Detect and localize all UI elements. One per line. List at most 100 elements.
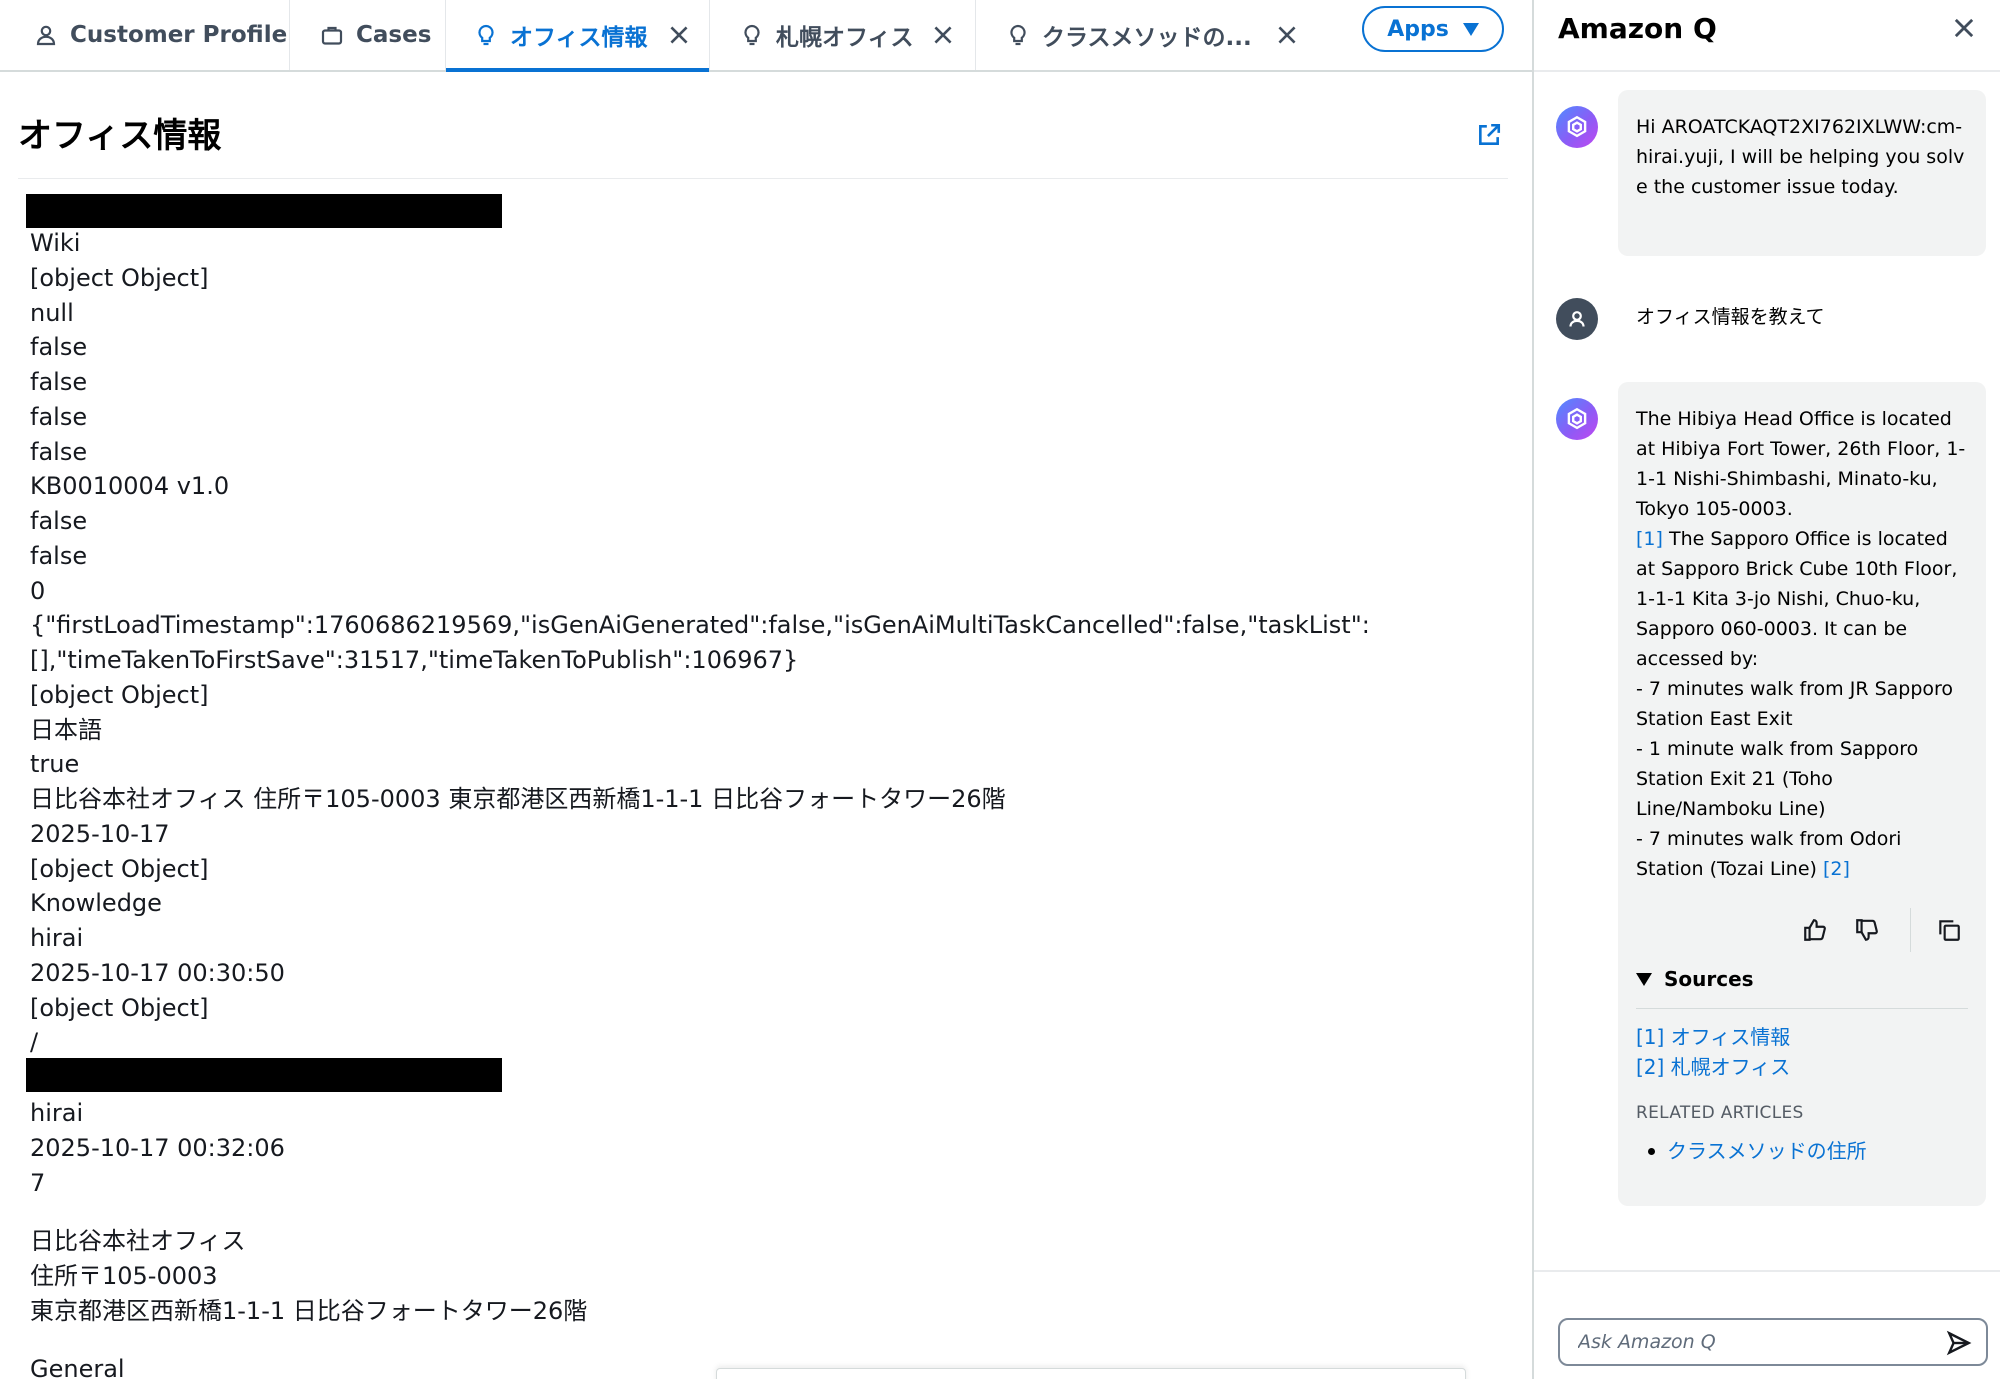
- tab-office-info[interactable]: オフィス情報: [446, 0, 710, 72]
- article-line: Knowledge: [30, 889, 162, 918]
- user-icon: [34, 23, 58, 47]
- amazon-q-panel: Amazon Q Hi AROATCKAQT2XI762IXLWW:cm-hir…: [1532, 0, 2000, 1379]
- redacted-block: [26, 194, 502, 228]
- q-header: Amazon Q: [1534, 0, 2000, 72]
- article-line: 日比谷本社オフィス: [30, 1227, 246, 1255]
- article-line: [object Object]: [30, 854, 209, 883]
- article-line: null: [30, 298, 74, 327]
- article-line: Wiki: [30, 229, 81, 257]
- send-icon[interactable]: [1946, 1330, 1972, 1356]
- close-tab-icon[interactable]: [666, 22, 692, 48]
- article-line: 東京都港区西新橋1-1-1 日比谷フォートタワー26階: [30, 1296, 588, 1325]
- related-articles-heading: RELATED ARTICLES: [1636, 1103, 1804, 1123]
- ask-amazon-q-input[interactable]: [1558, 1318, 1988, 1366]
- q-title: Amazon Q: [1558, 12, 1717, 45]
- divider: [1910, 908, 1911, 952]
- amazon-q-avatar-icon: [1556, 106, 1598, 148]
- article-line: 住所〒105-0003: [30, 1261, 218, 1290]
- article-line: false: [30, 333, 88, 362]
- greeting-message: Hi AROATCKAQT2XI762IXLWW:cm-hirai.yuji, …: [1618, 90, 1986, 256]
- lightbulb-icon: [740, 23, 764, 47]
- article-line: 2025-10-17 00:32:06: [30, 1133, 285, 1162]
- article-line: KB0010004 v1.0: [30, 472, 230, 501]
- sources-toggle[interactable]: Sources: [1636, 964, 1754, 994]
- related-article-label: クラスメソッドの住所: [1667, 1139, 1867, 1163]
- article-line: 日本語: [30, 715, 102, 744]
- answer-text: The Hibiya Head Office is located at Hib…: [1636, 404, 1968, 884]
- feedback-row: [1618, 908, 1986, 952]
- article-body-part-a: Wiki [object Object] null false false false fa…: [30, 226, 1370, 1060]
- apps-dropdown-button[interactable]: Apps: [1362, 6, 1504, 52]
- close-panel-icon[interactable]: [1950, 14, 1978, 42]
- close-tab-icon[interactable]: [1274, 22, 1300, 48]
- tab-label: Customer Profile: [70, 22, 288, 48]
- answer-bullet-3: - 7 minutes walk from Odori Station (Toz…: [1636, 828, 1902, 880]
- page-title: オフィス情報: [18, 116, 222, 156]
- article-body-part-d: General: [30, 1352, 125, 1379]
- article-line: [],"timeTakenToFirstSave":31517,"timeTak…: [30, 646, 799, 674]
- answer-part1: The Hibiya Head Office is located at Hib…: [1636, 408, 1966, 520]
- greeting-text: Hi AROATCKAQT2XI762IXLWW:cm-hirai.yuji, …: [1636, 116, 1965, 198]
- bullet-dot: [1648, 1147, 1655, 1155]
- tab-sapporo-office[interactable]: 札幌オフィス: [710, 0, 976, 70]
- tab-label: クラスメソッドの...: [1042, 25, 1252, 51]
- answer-part2: The Sapporo Office is located at Sapporo…: [1636, 528, 1958, 670]
- redacted-block: [26, 1058, 502, 1092]
- article-line: true: [30, 750, 80, 779]
- source-link-1[interactable]: [1] オフィス情報: [1636, 1022, 1790, 1052]
- divider: [1636, 1008, 1968, 1009]
- source-link-2[interactable]: [2] 札幌オフィス: [1636, 1052, 1790, 1082]
- article-line: 日比谷本社オフィス 住所〒105-0003 東京都港区西新橋1-1-1 日比谷フ…: [30, 785, 1006, 813]
- tab-customer-profile[interactable]: Customer Profile: [0, 0, 290, 70]
- citation-link-2[interactable]: [2]: [1823, 858, 1850, 880]
- article-line: 2025-10-17 00:30:50: [30, 958, 285, 987]
- article-line: {"firstLoadTimestamp":1760686219569,"isG…: [30, 611, 1370, 640]
- article-line: hirai: [30, 924, 84, 952]
- divider: [1534, 1270, 2000, 1272]
- article-line: [object Object]: [30, 680, 209, 709]
- external-link-icon[interactable]: [1476, 122, 1502, 148]
- article-line: false: [30, 541, 88, 570]
- copy-icon[interactable]: [1936, 917, 1962, 943]
- article-line: 0: [30, 576, 46, 605]
- citation-link-1[interactable]: [1]: [1636, 528, 1663, 550]
- amazon-q-avatar-icon: [1556, 398, 1598, 440]
- article-line: false: [30, 507, 88, 535]
- user-avatar-icon: [1556, 298, 1598, 340]
- article-line: 2025-10-17: [30, 819, 170, 848]
- article-line: 7: [30, 1168, 46, 1197]
- article-line: /: [30, 1028, 39, 1057]
- article-line: false: [30, 368, 88, 396]
- lightbulb-icon: [474, 23, 498, 47]
- article-line: [object Object]: [30, 993, 209, 1022]
- article-body-part-c: 日比谷本社オフィス 住所〒105-0003 東京都港区西新橋1-1-1 日比谷フォー…: [30, 1224, 587, 1328]
- tab-label: オフィス情報: [510, 25, 648, 51]
- bottom-panel-edge: [716, 1368, 1466, 1379]
- tab-bar: Customer Profile Cases オフィス情報 札幌オフィス クラス…: [0, 0, 1532, 72]
- answer-bullet-1: - 7 minutes walk from JR Sapporo Station…: [1636, 678, 1954, 730]
- article-line: false: [30, 402, 88, 431]
- article-line: General: [30, 1355, 125, 1379]
- answer-bullet-2: - 1 minute walk from Sapporo Station Exi…: [1636, 738, 1919, 820]
- caret-down-icon: [1636, 972, 1652, 986]
- article-line: false: [30, 437, 88, 466]
- thumbs-up-icon[interactable]: [1802, 917, 1828, 943]
- tab-label: 札幌オフィス: [776, 25, 914, 51]
- lightbulb-icon: [1006, 23, 1030, 47]
- briefcase-icon: [320, 23, 344, 47]
- close-tab-icon[interactable]: [930, 22, 956, 48]
- tab-label: Cases: [356, 22, 432, 48]
- apps-label: Apps: [1387, 16, 1449, 42]
- caret-down-icon: [1462, 22, 1479, 36]
- divider: [18, 178, 1508, 179]
- article-line: [object Object]: [30, 263, 209, 292]
- tab-classmethod-address[interactable]: クラスメソッドの...: [976, 0, 1328, 70]
- user-message: オフィス情報を教えて: [1636, 306, 1825, 328]
- article-body-part-b: hirai 2025-10-17 00:32:06 7: [30, 1096, 285, 1200]
- sources-label: Sources: [1664, 967, 1754, 991]
- main-workspace: Customer Profile Cases オフィス情報 札幌オフィス クラス…: [0, 0, 1532, 1379]
- article-line: hirai: [30, 1099, 84, 1127]
- thumbs-down-icon[interactable]: [1854, 917, 1880, 943]
- tab-cases[interactable]: Cases: [290, 0, 446, 70]
- related-article-link[interactable]: クラスメソッドの住所: [1648, 1136, 1867, 1166]
